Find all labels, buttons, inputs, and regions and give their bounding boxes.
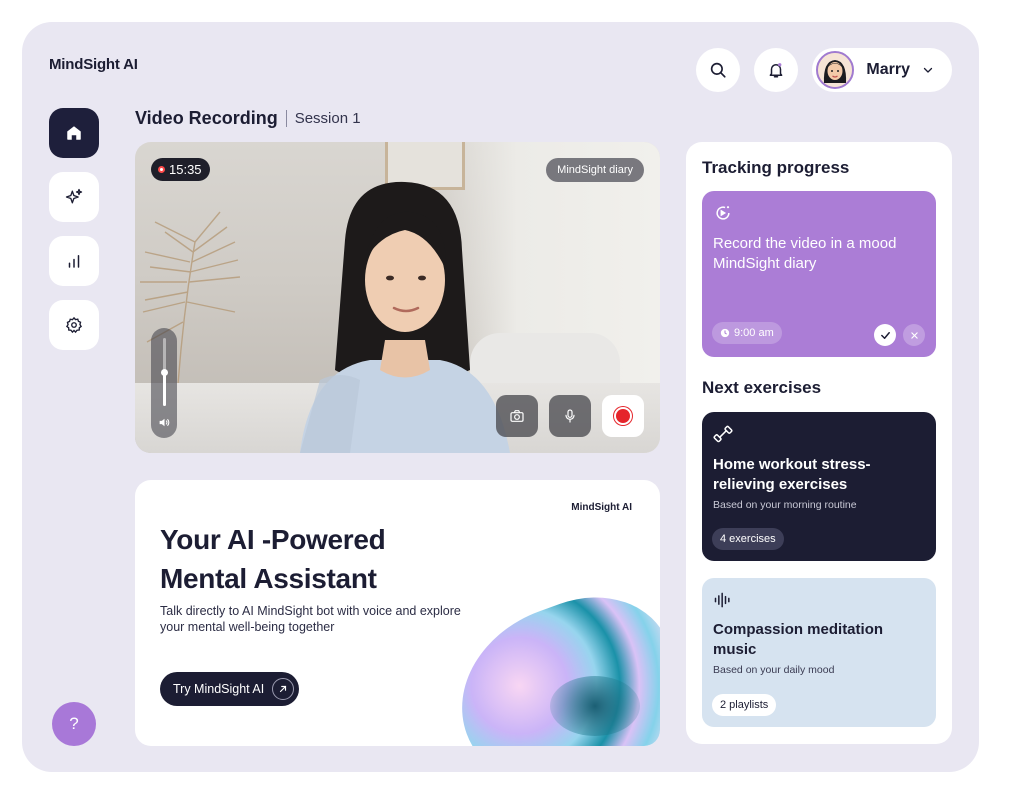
timer-text: 15:35	[169, 162, 202, 177]
exercise-count-chip: 4 exercises	[712, 528, 784, 550]
exercise-card-workout[interactable]: Home workout stress-relieving exercises …	[702, 412, 936, 561]
avatar	[816, 51, 855, 89]
video-play-icon	[716, 206, 730, 220]
diary-badge: MindSight diary	[546, 158, 644, 182]
try-mindsight-button[interactable]: Try MindSight AI	[160, 672, 300, 706]
nav-ai[interactable]	[49, 172, 99, 222]
nav-home[interactable]	[49, 108, 99, 158]
ai-card-description: Talk directly to AI MindSight bot with v…	[160, 604, 461, 634]
volume-fill	[162, 372, 166, 406]
sparkles-icon	[65, 188, 83, 204]
recording-dot-icon	[158, 166, 165, 173]
tracking-task-title: Record the video in a mood MindSight dia…	[713, 235, 897, 272]
task-time-chip: 9:00 am	[712, 322, 782, 344]
dumbbell-icon	[713, 425, 733, 443]
profile-name: Marry	[866, 61, 910, 78]
check-icon	[880, 331, 890, 339]
app-brand: MindSight AI	[49, 56, 138, 73]
sound-wave-icon	[714, 592, 730, 608]
top-actions: Marry	[696, 48, 952, 92]
progress-panel: Tracking progress Record the video in a …	[686, 142, 952, 744]
playlist-count-chip: 2 playlists	[712, 694, 777, 716]
arrow-up-right-icon	[272, 678, 295, 700]
exercise-subtitle: Based on your morning routine	[713, 499, 857, 511]
search-button[interactable]	[696, 48, 741, 92]
notifications-button[interactable]	[754, 48, 799, 92]
nav-settings[interactable]	[49, 300, 99, 350]
app-shell: MindSight AI Marry ? Video Recording Ses…	[22, 22, 979, 772]
search-icon	[711, 62, 726, 78]
bar-chart-icon	[68, 255, 80, 268]
complete-task-button[interactable]	[874, 324, 896, 346]
volume-knob[interactable]	[160, 368, 168, 376]
sidebar-nav	[49, 108, 99, 350]
ai-card-title: Your AI -Powered Mental Assistant	[160, 524, 386, 594]
close-icon	[910, 331, 918, 339]
microphone-icon	[565, 409, 575, 423]
microphone-button[interactable]	[549, 395, 591, 437]
home-icon	[67, 126, 81, 140]
recording-timer: 15:35	[151, 158, 210, 181]
video-preview: 15:35 MindSight diary	[135, 142, 660, 453]
video-controls	[496, 395, 644, 437]
page-title: Video Recording	[135, 108, 278, 128]
next-exercises-heading: Next exercises	[702, 378, 822, 397]
exercise-card-music[interactable]: Compassion meditation music Based on you…	[702, 578, 936, 727]
volume-slider[interactable]	[151, 328, 177, 438]
bell-icon	[770, 63, 783, 78]
speaker-icon	[159, 418, 169, 427]
tracking-heading: Tracking progress	[702, 158, 850, 177]
chevron-down-icon	[923, 67, 933, 73]
exercise-title: Home workout stress-relieving exercises	[713, 456, 871, 493]
heading-divider	[285, 110, 287, 127]
exercise-subtitle: Based on your daily mood	[713, 664, 835, 676]
volume-track[interactable]	[160, 338, 168, 406]
help-button[interactable]: ?	[52, 702, 96, 746]
page-heading: Video Recording Session 1	[135, 108, 361, 129]
record-button[interactable]	[602, 395, 644, 437]
cta-label: Try MindSight AI	[173, 682, 265, 696]
exercise-title: Compassion meditation music	[713, 621, 884, 658]
gear-icon	[65, 316, 83, 334]
page-subtitle: Session 1	[294, 110, 361, 127]
ai-assistant-card: MindSight AI Your AI -Powered Mental Ass…	[135, 480, 660, 746]
record-icon	[616, 409, 630, 423]
nav-stats[interactable]	[49, 236, 99, 286]
camera-icon	[510, 410, 524, 422]
camera-button[interactable]	[496, 395, 538, 437]
ai-card-brand: MindSight AI	[571, 502, 632, 513]
profile-menu[interactable]: Marry	[812, 48, 952, 92]
dismiss-task-button[interactable]	[903, 324, 925, 346]
person-in-video	[300, 181, 510, 453]
clock-icon	[720, 328, 730, 338]
tracking-task-card[interactable]: Record the video in a mood MindSight dia…	[702, 191, 936, 357]
